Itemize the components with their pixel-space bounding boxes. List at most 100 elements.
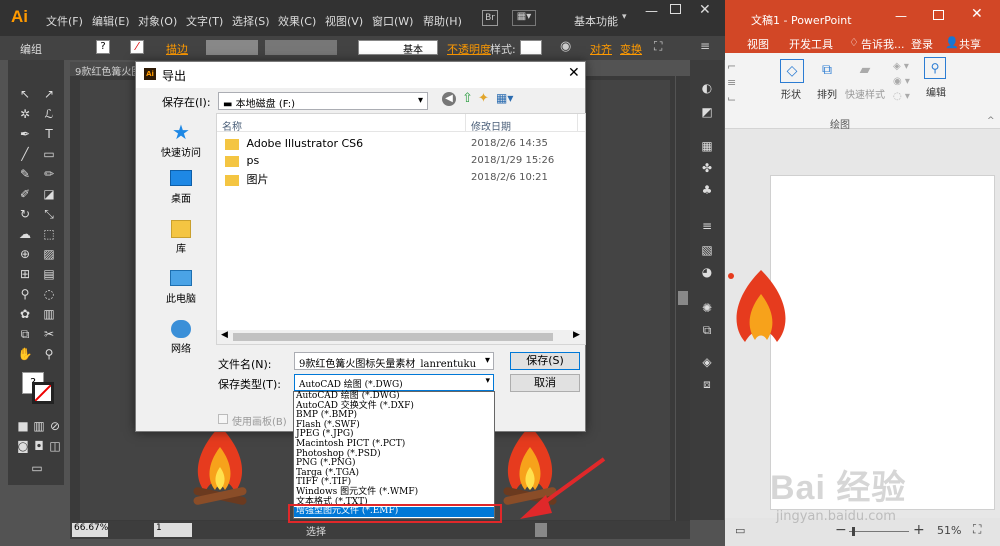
file-list-hscroll[interactable]: ◀ ▶	[217, 330, 585, 344]
file-row[interactable]: 图片 2018/2/6 10:21	[225, 171, 575, 187]
menu-select[interactable]: 选择(S)	[232, 13, 270, 29]
recolor-icon[interactable]: ◉	[560, 39, 571, 54]
up-folder-icon[interactable]: ⇧	[462, 91, 473, 106]
scrollbar-thumb[interactable]	[678, 291, 688, 305]
zoom-tool-icon[interactable]: ⚲	[40, 346, 58, 362]
panel-menu-icon[interactable]: ≡	[700, 39, 710, 53]
minimize-icon[interactable]: —	[895, 9, 907, 23]
lasso-tool-icon[interactable]: ℒ	[40, 106, 58, 122]
view-menu-icon[interactable]: ▦▾	[496, 91, 513, 105]
perspective-grid-icon[interactable]: ▨	[40, 246, 58, 262]
pencil-tool-icon[interactable]: ✏	[40, 166, 58, 182]
free-transform-icon[interactable]: ⬚	[40, 226, 58, 242]
draw-inside-icon[interactable]: ◫	[46, 438, 64, 454]
gradient-tool-icon[interactable]: ▤	[40, 266, 58, 282]
status-text[interactable]: 选择	[306, 523, 326, 538]
zoom-field[interactable]: 66.67%	[72, 523, 108, 537]
close-icon[interactable]: ✕	[699, 2, 711, 18]
appearance-panel-icon[interactable]: ✺	[698, 300, 716, 316]
rectangle-tool-icon[interactable]: ▭	[40, 146, 58, 162]
shape-format-icons[interactable]: ◈ ▾ ◉ ▾ ◌ ▾	[893, 59, 910, 104]
scroll-thumb[interactable]	[233, 333, 553, 341]
collapse-ribbon-icon[interactable]: ^	[987, 116, 995, 126]
search-icon[interactable]: ⚲	[924, 57, 946, 79]
file-row[interactable]: ps 2018/1/29 15:26	[225, 154, 575, 170]
symbol-sprayer-icon[interactable]: ✿	[16, 306, 34, 322]
line-tool-icon[interactable]: ╱	[16, 146, 34, 162]
filetype-select[interactable]: AutoCAD 绘图 (*.DWG) ▾	[294, 374, 494, 391]
direct-selection-tool-icon[interactable]: ↗	[40, 86, 58, 102]
mesh-tool-icon[interactable]: ⊞	[16, 266, 34, 282]
notes-icon[interactable]: ▭	[735, 524, 745, 537]
stroke-panel-icon[interactable]: ≡	[698, 218, 716, 234]
tab-developer[interactable]: 开发工具	[789, 36, 833, 52]
horizontal-scroll-thumb[interactable]	[535, 523, 547, 537]
file-row[interactable]: Adobe Illustrator CS6 2018/2/6 14:35	[225, 137, 575, 153]
column-divider[interactable]	[465, 114, 466, 132]
shape-button[interactable]: 形状	[781, 86, 801, 101]
align-link[interactable]: 对齐	[590, 41, 612, 57]
menu-effect[interactable]: 效果(C)	[278, 13, 316, 29]
save-in-select[interactable]: ▬ 本地磁盘 (F:) ▾	[218, 92, 428, 110]
stroke-weight-field[interactable]	[206, 40, 258, 55]
hand-tool-icon[interactable]: ✋	[16, 346, 34, 362]
close-icon[interactable]: ✕	[971, 6, 983, 22]
back-icon[interactable]: ◀	[442, 92, 456, 106]
share-button[interactable]: 共享	[959, 36, 981, 52]
color-panel-icon[interactable]: ◐	[698, 80, 716, 96]
menu-help[interactable]: 帮助(H)	[423, 13, 462, 29]
place-network[interactable]: 网络	[146, 320, 216, 355]
arrange-button[interactable]: 排列	[817, 86, 837, 101]
isolate-icon[interactable]: ⛶	[654, 39, 662, 54]
quick-style-button[interactable]: 快速样式	[845, 86, 885, 101]
minimize-icon[interactable]: —	[645, 4, 658, 19]
gradient-panel-icon[interactable]: ▧	[698, 242, 716, 258]
stroke-color-icon[interactable]	[32, 382, 54, 404]
graphic-style-swatch[interactable]	[520, 40, 542, 55]
place-this-pc[interactable]: 此电脑	[146, 270, 216, 305]
screen-mode-icon[interactable]: ▭	[28, 460, 46, 476]
color-guide-icon[interactable]: ◩	[698, 104, 716, 120]
dialog-close-icon[interactable]: ✕	[568, 65, 580, 81]
rotate-tool-icon[interactable]: ↻	[16, 206, 34, 222]
pen-tool-icon[interactable]: ✒	[16, 126, 34, 142]
blend-tool-icon[interactable]: ◌	[40, 286, 58, 302]
menu-edit[interactable]: 编辑(E)	[92, 13, 130, 29]
fill-swatch-icon[interactable]: ?	[96, 40, 110, 54]
brush-style-select[interactable]: 基本	[358, 40, 438, 56]
shape-builder-icon[interactable]: ⊕	[16, 246, 34, 262]
eyedropper-icon[interactable]: ⚲	[16, 286, 34, 302]
use-artboards-checkbox[interactable]	[218, 414, 228, 424]
opacity-link[interactable]: 不透明度	[447, 41, 491, 57]
graph-tool-icon[interactable]: ▥	[40, 306, 58, 322]
column-divider[interactable]	[577, 114, 578, 132]
brush-tool-icon[interactable]: ✎	[16, 166, 34, 182]
slice-tool-icon[interactable]: ✂	[40, 326, 58, 342]
stroke-link[interactable]: 描边	[166, 41, 188, 57]
tell-me-search[interactable]: 告诉我...	[861, 36, 905, 52]
scroll-right-icon[interactable]: ▶	[573, 330, 580, 340]
transparency-panel-icon[interactable]: ◕	[698, 264, 716, 280]
column-date[interactable]: 修改日期	[471, 118, 511, 133]
menu-object[interactable]: 对象(O)	[138, 13, 177, 29]
scroll-left-icon[interactable]: ◀	[221, 330, 228, 340]
column-name[interactable]: 名称	[222, 118, 242, 133]
maximize-icon[interactable]	[670, 4, 681, 14]
zoom-slider[interactable]	[849, 531, 909, 532]
share-icon[interactable]: 👤	[945, 36, 959, 49]
symbols-panel-icon[interactable]: ♣	[698, 182, 716, 198]
tab-view[interactable]: 视图	[747, 36, 769, 52]
menu-view[interactable]: 视图(V)	[325, 13, 363, 29]
workspace-switcher[interactable]: 基本功能	[574, 13, 618, 29]
artboard-number-field[interactable]: 1	[154, 523, 192, 537]
blob-brush-icon[interactable]: ✐	[16, 186, 34, 202]
place-desktop[interactable]: 桌面	[146, 170, 216, 205]
place-quick-access[interactable]: ★ 快速访问	[146, 120, 216, 159]
stroke-swatch-icon[interactable]: ⁄	[130, 40, 144, 54]
cancel-button[interactable]: 取消	[510, 374, 580, 392]
menu-type[interactable]: 文字(T)	[186, 13, 223, 29]
menu-window[interactable]: 窗口(W)	[372, 13, 413, 29]
layers-panel-icon[interactable]: ◈	[698, 354, 716, 370]
variable-width-select[interactable]	[265, 40, 337, 55]
sign-in-link[interactable]: 登录	[911, 36, 933, 52]
